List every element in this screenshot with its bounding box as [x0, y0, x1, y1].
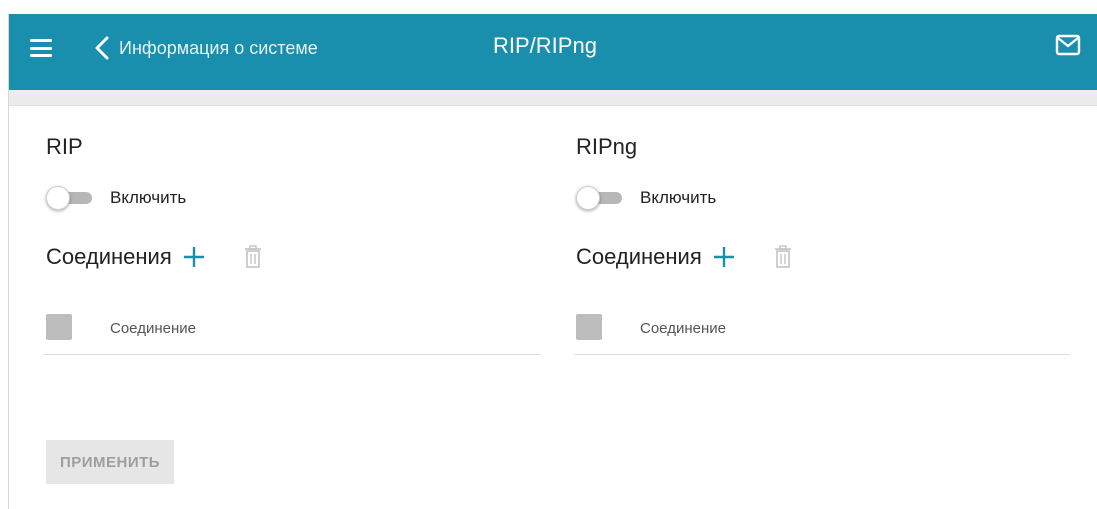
top-margin: [0, 0, 1097, 14]
ripng-section-title: RIPng: [576, 134, 638, 159]
rip-enable-label: Включить: [110, 188, 187, 207]
ripng-select-all-checkbox[interactable]: [576, 314, 602, 340]
app-header: Информация о системе RIP/RIPng: [9, 14, 1097, 90]
rip-connections-title: Соединения: [46, 244, 172, 269]
app-window: Информация о системе RIP/RIPng RIP Включ…: [0, 0, 1097, 509]
ripng-table-header-row: Соединение: [574, 311, 1070, 355]
rip-connections-header: Соединения: [46, 244, 262, 270]
apply-button[interactable]: ПРИМЕНИТЬ: [46, 440, 174, 484]
mail-icon[interactable]: [1055, 34, 1081, 56]
back-link[interactable]: Информация о системе: [91, 32, 318, 64]
trash-icon[interactable]: [774, 245, 792, 269]
rip-toggle-switch[interactable]: [46, 186, 94, 210]
hamburger-menu-icon[interactable]: [30, 39, 52, 57]
rip-section: RIP Включить Соединения Соединение: [44, 106, 544, 366]
trash-icon[interactable]: [244, 245, 262, 269]
ripng-column-header: Соединение: [640, 320, 726, 337]
page-title: RIP/RIPng: [493, 33, 597, 58]
rip-select-all-checkbox[interactable]: [46, 314, 72, 340]
rip-column-header: Соединение: [110, 320, 196, 337]
chevron-left-icon: [95, 36, 109, 60]
rip-section-title: RIP: [46, 134, 83, 159]
rip-table-header-row: Соединение: [44, 311, 540, 355]
rip-enable-toggle[interactable]: Включить: [46, 186, 186, 210]
header-shadow-bar: [9, 90, 1097, 106]
ripng-enable-toggle[interactable]: Включить: [576, 186, 716, 210]
ripng-connections-header: Соединения: [576, 244, 792, 270]
ripng-section: RIPng Включить Соединения Соединение: [574, 106, 1074, 366]
ripng-toggle-switch[interactable]: [576, 186, 624, 210]
ripng-connections-title: Соединения: [576, 244, 702, 269]
back-link-label: Информация о системе: [119, 37, 318, 58]
add-icon[interactable]: [712, 245, 736, 269]
ripng-enable-label: Включить: [640, 188, 717, 207]
add-icon[interactable]: [182, 245, 206, 269]
